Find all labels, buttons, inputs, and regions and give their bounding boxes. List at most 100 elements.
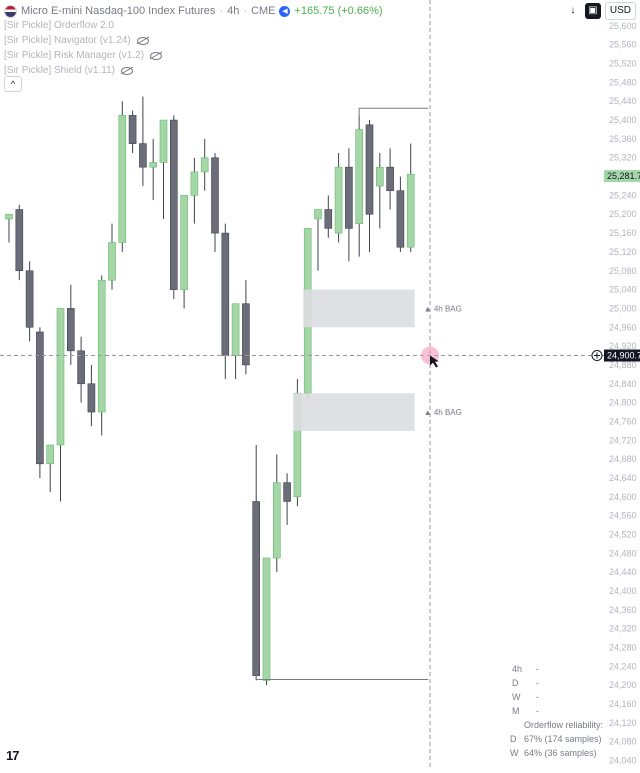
y-tick-label: 25,160	[609, 228, 637, 238]
currency-button[interactable]: USD	[604, 2, 636, 20]
price-chart[interactable]: 25,64025,60025,56025,52025,48025,44025,4…	[0, 0, 640, 768]
candle	[87, 364, 96, 427]
tf-label: W	[512, 692, 521, 702]
tf-stat-row: M -	[512, 706, 539, 720]
indicator-label: [Sir Pickle] Orderflow 2.0	[4, 20, 115, 31]
tf-label: 4h	[512, 664, 523, 674]
candle-body	[314, 209, 322, 220]
tf-value: -	[536, 692, 539, 702]
y-tick-label: 24,520	[609, 529, 637, 539]
y-tick-label: 24,200	[609, 680, 637, 690]
candle	[406, 143, 415, 252]
indicator-row[interactable]: [Sir Pickle] Risk Manager (v1.2)	[4, 48, 163, 63]
zone-label: ▲ 4h BAG	[424, 408, 462, 417]
tf-label: M	[512, 706, 520, 716]
candle-body	[324, 209, 333, 229]
reliability-row: W 64% (36 samples)	[510, 748, 603, 762]
tf-label: D	[512, 678, 519, 688]
y-tick-label: 24,960	[609, 322, 637, 332]
header-separator: ·	[219, 5, 224, 17]
reliability-tf: W	[510, 748, 519, 758]
y-tick-label: 25,240	[609, 190, 637, 200]
candle-body	[211, 157, 219, 234]
indicator-row[interactable]: [Sir Pickle] Shield (v1.11)	[4, 63, 162, 78]
candle	[56, 308, 65, 502]
symbol-header: Micro E-mini Nasdaq-100 Index Futures · …	[4, 3, 383, 19]
candle	[190, 157, 199, 224]
y-tick-label: 25,120	[609, 247, 637, 257]
candle-body	[283, 482, 291, 502]
candle	[365, 120, 374, 252]
candle-body	[221, 232, 230, 356]
arrow-down-icon[interactable]: ↓	[565, 3, 581, 19]
candle	[139, 96, 147, 186]
layout-icon[interactable]: ▣	[584, 3, 601, 19]
candle-body	[252, 501, 260, 677]
candle	[15, 204, 24, 281]
candle	[324, 195, 333, 238]
candle-body	[190, 171, 199, 196]
y-tick-label: 24,680	[609, 454, 637, 464]
exchange-label: CME	[251, 5, 276, 17]
y-tick-label: 25,200	[609, 209, 637, 219]
orderflow-reliability: Orderflow reliability: D 67% (174 sample…	[510, 720, 603, 762]
y-tick-label: 25,040	[609, 285, 637, 295]
y-tick-label: 25,360	[609, 134, 637, 144]
candle-body	[108, 242, 116, 281]
crosshair-price-label: 24,900.7	[607, 351, 640, 361]
y-tick-label: 24,600	[609, 492, 637, 502]
symbol-name[interactable]: Micro E-mini Nasdaq-100 Index Futures	[21, 5, 215, 17]
candle-body	[67, 308, 75, 352]
zone-label: ▲ 4h BAG	[424, 304, 462, 313]
chart-canvas[interactable]: 25,64025,60025,56025,52025,48025,44025,4…	[0, 0, 640, 768]
candle	[118, 101, 127, 252]
y-tick-label: 24,160	[609, 699, 637, 709]
y-tick-label: 24,800	[609, 398, 637, 408]
candle	[283, 473, 291, 526]
y-tick-label: 24,320	[609, 624, 637, 634]
candle	[345, 148, 353, 262]
candle	[77, 336, 85, 403]
collapse-legend-button[interactable]: ^	[4, 76, 22, 92]
indicator-row[interactable]: [Sir Pickle] Orderflow 2.0	[4, 18, 162, 33]
candle-body	[56, 308, 65, 446]
candle-body	[386, 166, 394, 192]
live-data-icon: ◀	[279, 5, 291, 17]
reliability-title: Orderflow reliability:	[524, 720, 604, 730]
candle-body	[231, 303, 240, 356]
interval-label[interactable]: 4h	[227, 5, 239, 17]
y-tick-label: 24,640	[609, 473, 637, 483]
y-tick-label: 24,440	[609, 567, 637, 577]
tf-value: -	[536, 706, 539, 716]
y-tick-label: 24,360	[609, 605, 637, 615]
header-separator: ·	[243, 5, 248, 17]
y-tick-label: 25,400	[609, 115, 637, 125]
y-tick-label: 25,480	[609, 77, 637, 87]
candle	[159, 119, 168, 219]
reliability-value: 64% (36 samples)	[524, 748, 597, 758]
candle	[170, 115, 178, 300]
candle	[262, 557, 271, 686]
tradingview-logo[interactable]: 17	[6, 748, 20, 763]
top-right-toolbar: ↓ ▣ USD	[565, 2, 636, 20]
y-tick-label: 24,040	[609, 755, 637, 765]
candle	[200, 138, 209, 191]
candle-body	[46, 444, 55, 465]
eye-hidden-icon[interactable]	[150, 51, 163, 60]
reliability-tf: D	[510, 734, 517, 744]
y-tick-label: 24,840	[609, 379, 637, 389]
bag-zone	[293, 393, 415, 431]
candle	[67, 284, 75, 365]
candle-body	[262, 557, 271, 681]
reliability-row: D 67% (174 samples)	[510, 734, 603, 748]
y-tick-label: 24,120	[609, 718, 637, 728]
eye-hidden-icon[interactable]	[136, 36, 149, 45]
candle-body	[128, 115, 137, 144]
indicator-label: [Sir Pickle] Shield (v1.11)	[4, 65, 115, 76]
candle-body	[159, 119, 168, 163]
eye-hidden-icon[interactable]	[120, 66, 133, 75]
candle	[334, 153, 343, 243]
candle	[231, 303, 240, 380]
candle-body	[406, 173, 415, 248]
indicator-row[interactable]: [Sir Pickle] Navigator (v1.24)	[4, 33, 162, 48]
